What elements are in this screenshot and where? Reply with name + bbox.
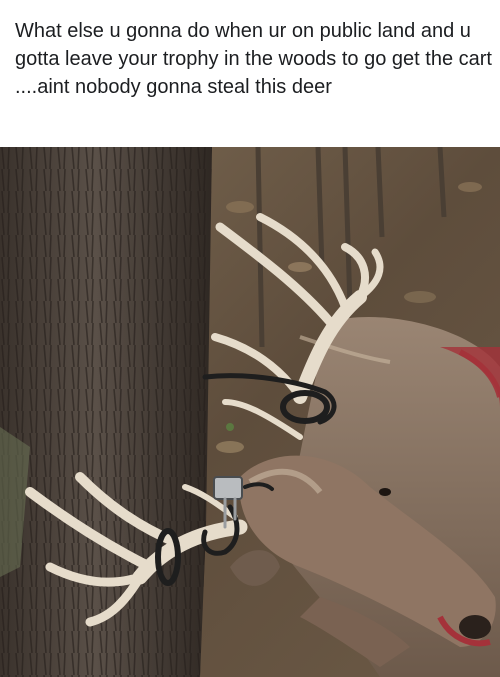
tree-trunk-icon — [0, 147, 212, 677]
post-caption: What else u gonna do when ur on public l… — [15, 20, 492, 98]
deer-locked-to-tree-photo — [0, 147, 500, 677]
meme-post: What else u gonna do when ur on public l… — [0, 0, 500, 677]
